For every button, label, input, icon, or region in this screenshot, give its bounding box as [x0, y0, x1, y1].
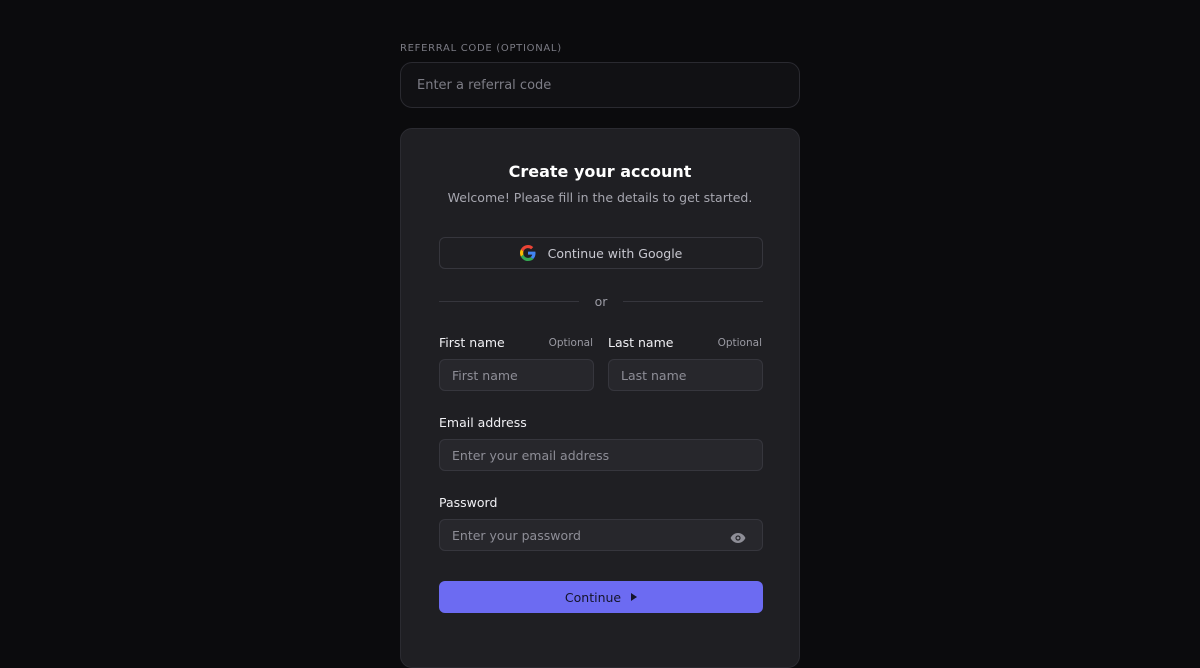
page-title: Create your account	[508, 162, 692, 181]
caret-right-icon	[631, 593, 638, 601]
email-label: Email address	[439, 415, 527, 430]
google-button-label: Continue with Google	[547, 245, 683, 261]
divider-line-left	[439, 300, 579, 302]
referral-code-input[interactable]	[400, 62, 800, 108]
referral-code-label: REFERRAL CODE (OPTIONAL)	[400, 43, 562, 54]
password-label: Password	[439, 495, 498, 510]
referral-code-section: REFERRAL CODE (OPTIONAL)	[400, 42, 800, 108]
first-name-label: First name	[439, 335, 505, 350]
first-name-optional-hint: Optional	[548, 336, 593, 349]
last-name-optional-hint: Optional	[717, 336, 762, 349]
email-field[interactable]	[439, 439, 763, 471]
first-name-input[interactable]	[439, 359, 594, 391]
last-name-input[interactable]	[608, 359, 763, 391]
or-divider: or	[439, 292, 764, 310]
continue-with-google-button[interactable]: Continue with Google	[439, 237, 763, 269]
google-icon	[519, 245, 536, 261]
email-label-row: Email address	[439, 415, 763, 430]
last-name-label: Last name	[608, 335, 674, 350]
first-name-label-row: First name Optional	[439, 335, 593, 350]
last-name-label-row: Last name Optional	[608, 335, 762, 350]
divider-text: or	[594, 293, 608, 309]
password-label-row: Password	[439, 495, 763, 510]
sign-up-card: Create your account Welcome! Please fill…	[400, 128, 800, 668]
password-field[interactable]	[439, 519, 763, 551]
eye-icon[interactable]	[730, 529, 746, 543]
page-subtitle: Welcome! Please fill in the details to g…	[447, 190, 753, 205]
divider-line-right	[623, 300, 764, 302]
continue-button-label: Continue	[564, 589, 622, 605]
continue-button[interactable]: Continue	[439, 581, 763, 613]
